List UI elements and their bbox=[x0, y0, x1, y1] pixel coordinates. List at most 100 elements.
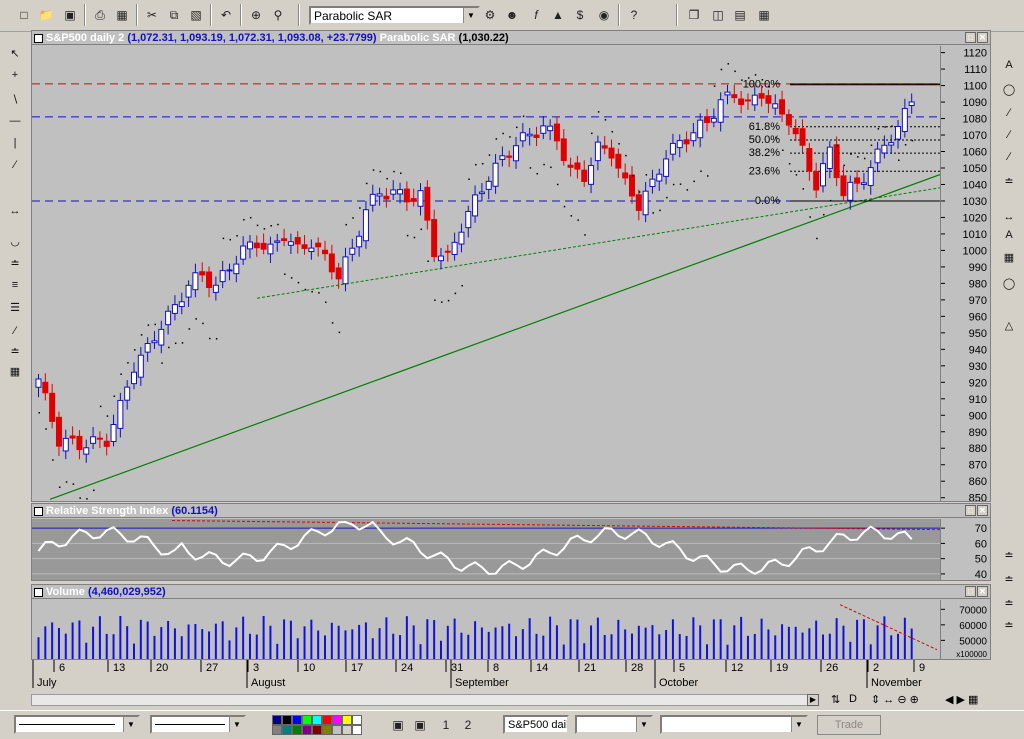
interval-select[interactable]: ▼ bbox=[575, 715, 653, 734]
color-swatch[interactable] bbox=[292, 715, 302, 725]
color-swatch[interactable] bbox=[352, 715, 362, 725]
rsi-pane[interactable]: Relative Strength Index (60.1154) □ ✕ 70… bbox=[31, 503, 991, 581]
grid-tool-icon[interactable]: ▦ bbox=[999, 248, 1019, 266]
layer-2-icon[interactable]: 2 bbox=[458, 715, 478, 735]
bar-spacing-icon[interactable]: ⇅ bbox=[831, 693, 840, 706]
paste-icon[interactable]: ▧ bbox=[186, 5, 206, 25]
vertical-line-icon[interactable]: | bbox=[5, 134, 25, 152]
new-icon[interactable]: □ bbox=[14, 5, 34, 25]
triangle-tool-icon[interactable]: △ bbox=[999, 316, 1019, 334]
undo-icon[interactable]: ↶ bbox=[216, 5, 236, 25]
price-plot-area[interactable]: 100.0%61.8%50.0%38.2%23.6%0.0% bbox=[32, 46, 940, 501]
horizontal-scrollbar[interactable] bbox=[31, 694, 811, 706]
scroll-arrows-icon[interactable]: ↔ bbox=[5, 202, 25, 220]
line-width-select[interactable]: ▼ bbox=[150, 715, 246, 734]
color-swatch[interactable] bbox=[312, 725, 322, 735]
print-icon[interactable]: ⎙ bbox=[90, 5, 110, 25]
ellipse-tool-icon[interactable]: ◯ bbox=[999, 80, 1019, 98]
system-icon[interactable]: ▲ bbox=[548, 5, 568, 25]
line-tool-icon[interactable]: ∕ bbox=[999, 148, 1019, 166]
symbol-select[interactable]: S&P500 daily bbox=[503, 715, 569, 734]
cut-icon[interactable]: ✂ bbox=[142, 5, 162, 25]
print-preview-icon[interactable]: ▦ bbox=[112, 5, 132, 25]
color-swatch[interactable] bbox=[342, 715, 352, 725]
color-swatch[interactable] bbox=[312, 715, 322, 725]
volume-pane[interactable]: Volume (4,460,029,952) □ ✕ 70000 60000 500… bbox=[31, 584, 991, 660]
crosshair-icon[interactable]: ⊕ bbox=[246, 5, 266, 25]
close-icon[interactable]: ✕ bbox=[977, 32, 988, 43]
gann-fan-icon[interactable]: ≐ bbox=[5, 342, 25, 360]
horizontal-line-icon[interactable]: — bbox=[5, 112, 25, 130]
color-swatch[interactable] bbox=[302, 715, 312, 725]
trendline-tool-icon[interactable]: ∖ bbox=[5, 90, 25, 108]
color-swatch[interactable] bbox=[322, 725, 332, 735]
object-properties-icon[interactable]: ▣ bbox=[388, 715, 408, 735]
chevron-down-icon[interactable]: ▼ bbox=[123, 717, 138, 732]
color-swatch[interactable] bbox=[282, 725, 292, 735]
text-tool-icon[interactable]: A bbox=[999, 56, 1019, 74]
copy-icon[interactable]: ⧉ bbox=[164, 5, 184, 25]
scroll-right-icon[interactable]: ▶ bbox=[807, 694, 819, 706]
trade-button[interactable]: Trade bbox=[817, 715, 881, 735]
account-select[interactable]: ▼ bbox=[660, 715, 808, 734]
pane-menu-icon[interactable] bbox=[34, 34, 43, 43]
price-chart-pane[interactable]: S&P500 daily 2 (1,072.31, 1,093.19, 1,07… bbox=[31, 30, 991, 502]
color-swatch[interactable] bbox=[352, 725, 362, 735]
chevron-down-icon[interactable]: ▼ bbox=[463, 8, 478, 23]
layer-1-icon[interactable]: 1 bbox=[436, 715, 456, 735]
open-icon[interactable]: 📁 bbox=[36, 5, 56, 25]
close-icon[interactable]: ✕ bbox=[977, 505, 988, 516]
zoom-icon[interactable]: ⚲ bbox=[268, 5, 288, 25]
color-swatch[interactable] bbox=[332, 715, 342, 725]
pane-menu-icon[interactable] bbox=[34, 588, 43, 597]
daily-period-icon[interactable]: D bbox=[849, 693, 857, 705]
chevron-down-icon[interactable]: ▼ bbox=[229, 717, 244, 732]
tile-horizontal-icon[interactable]: ▤ bbox=[730, 5, 750, 25]
color-swatch[interactable] bbox=[322, 715, 332, 725]
gann-fan-icon[interactable]: ≐ bbox=[999, 172, 1019, 190]
fan-tool-icon[interactable]: ≐ bbox=[5, 254, 25, 272]
color-swatch[interactable] bbox=[292, 725, 302, 735]
scroll-arrows-icon[interactable]: ↔ bbox=[999, 208, 1019, 226]
indicator-select[interactable]: Parabolic SAR ▼ bbox=[309, 6, 480, 25]
maximize-icon[interactable]: □ bbox=[965, 505, 976, 516]
help-icon[interactable]: ? bbox=[624, 5, 644, 25]
tile-icon[interactable]: ▦ bbox=[754, 5, 774, 25]
select-arrow-icon[interactable]: ↖ bbox=[5, 44, 25, 62]
fibonacci-tool-icon[interactable]: ≡ bbox=[5, 276, 25, 294]
snap-icon[interactable]: ▣ bbox=[410, 715, 430, 735]
line-tool-icon[interactable]: ∕ bbox=[5, 322, 25, 340]
maximize-icon[interactable]: □ bbox=[965, 586, 976, 597]
explore-icon[interactable]: ◉ bbox=[594, 5, 614, 25]
save-icon[interactable]: ▣ bbox=[60, 5, 80, 25]
line-style-select[interactable]: ▼ bbox=[14, 715, 140, 734]
color-palette[interactable] bbox=[272, 715, 364, 735]
fan-tool-icon[interactable]: ≐ bbox=[999, 616, 1019, 634]
grid-tool-icon[interactable]: ▦ bbox=[5, 362, 25, 380]
fan-tool-icon[interactable]: ≐ bbox=[999, 546, 1019, 564]
line-tool-icon[interactable]: ∕ bbox=[999, 126, 1019, 144]
indicator-icon[interactable]: ⚙ bbox=[480, 5, 500, 25]
cascade-icon[interactable]: ❐ bbox=[684, 5, 704, 25]
rsi-plot-area[interactable] bbox=[32, 519, 940, 580]
tile-vertical-icon[interactable]: ◫ bbox=[708, 5, 728, 25]
pane-menu-icon[interactable] bbox=[34, 507, 43, 516]
chevron-down-icon[interactable]: ▼ bbox=[791, 717, 806, 732]
dollar-icon[interactable]: $ bbox=[570, 5, 590, 25]
formula-icon[interactable]: f bbox=[526, 5, 546, 25]
color-swatch[interactable] bbox=[342, 725, 352, 735]
volume-plot-area[interactable] bbox=[32, 600, 940, 659]
color-swatch[interactable] bbox=[272, 715, 282, 725]
color-swatch[interactable] bbox=[282, 715, 292, 725]
fan-tool-icon[interactable]: ≐ bbox=[999, 594, 1019, 612]
fan-tool-icon[interactable]: ≐ bbox=[999, 570, 1019, 588]
color-swatch[interactable] bbox=[302, 725, 312, 735]
color-swatch[interactable] bbox=[332, 725, 342, 735]
color-swatch[interactable] bbox=[272, 725, 282, 735]
crosshair-tool-icon[interactable]: + bbox=[5, 66, 25, 84]
ellipse-tool-icon[interactable]: ◯ bbox=[999, 274, 1019, 292]
expert-icon[interactable]: ☻ bbox=[502, 5, 522, 25]
text-tool-icon[interactable]: A bbox=[999, 226, 1019, 244]
cycle-tool-icon[interactable]: ☰ bbox=[5, 298, 25, 316]
scroll-arrows-icon[interactable]: ◀ ▶ ▦ bbox=[945, 693, 978, 706]
